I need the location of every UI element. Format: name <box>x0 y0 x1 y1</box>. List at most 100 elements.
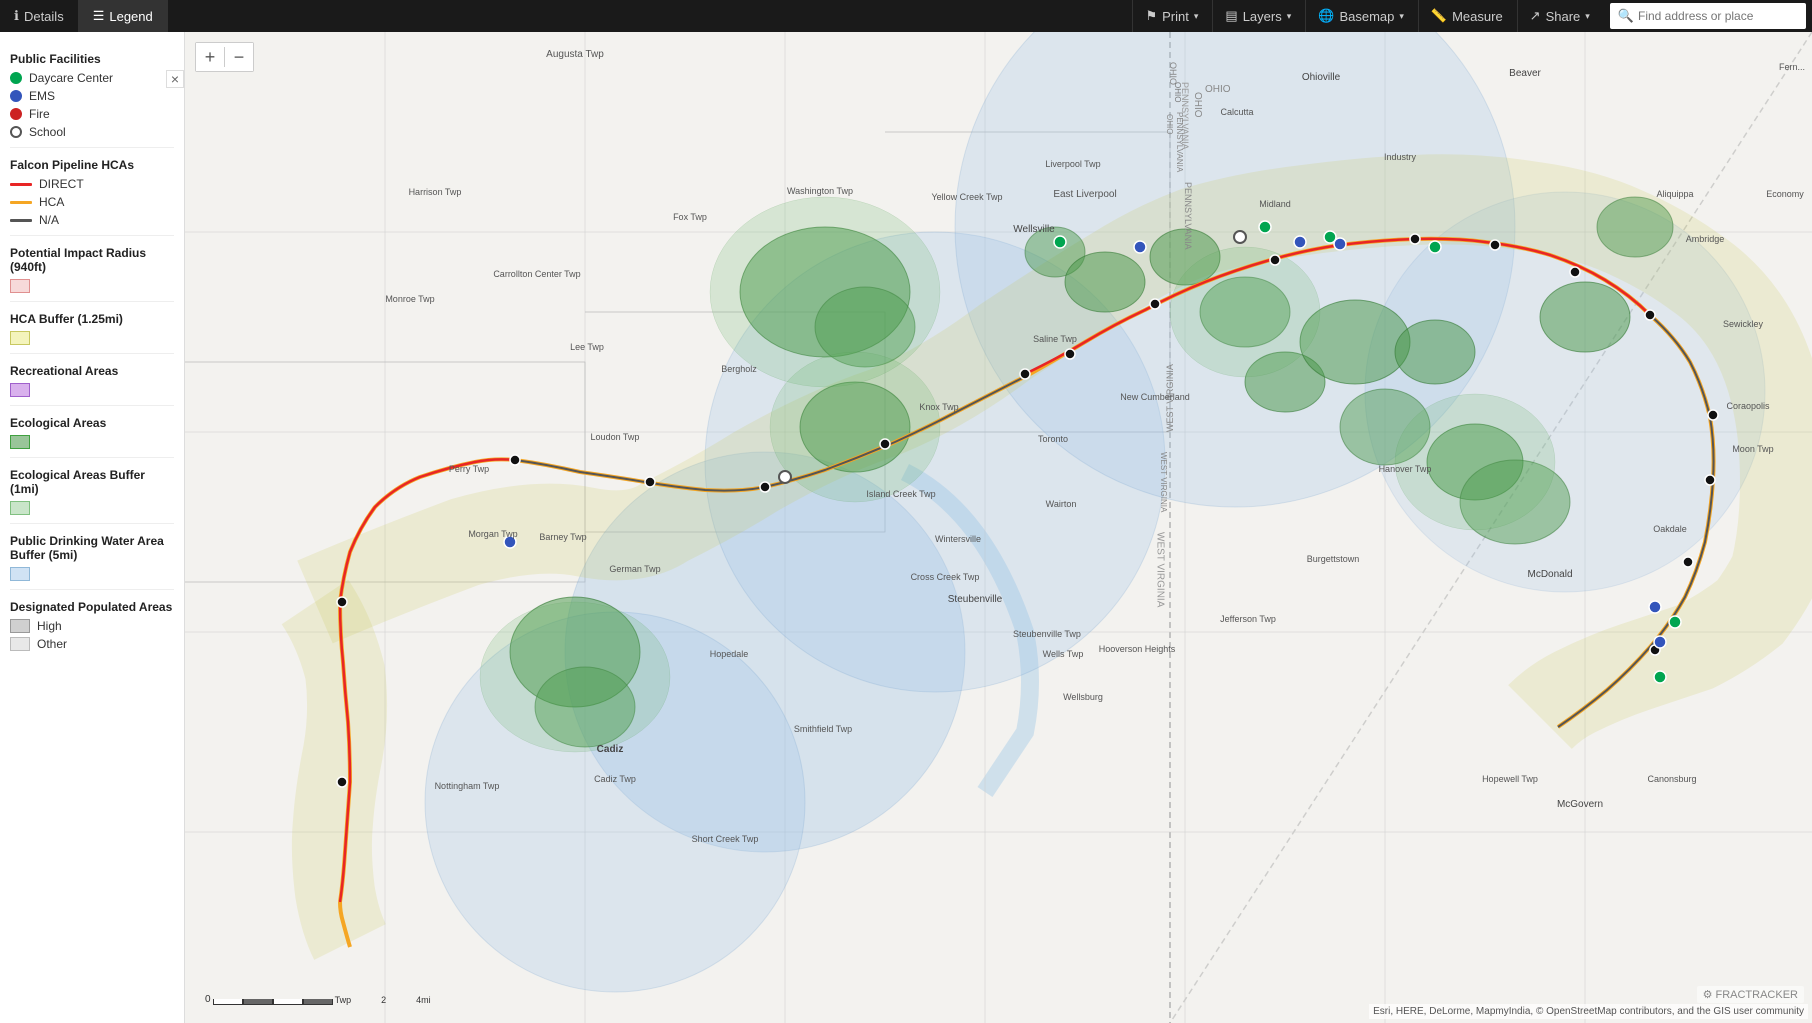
share-chevron-icon: ▾ <box>1585 11 1590 22</box>
svg-text:Sewickley: Sewickley <box>1723 319 1764 329</box>
svg-text:Short Creek Twp: Short Creek Twp <box>692 834 759 844</box>
eco-swatch-icon <box>10 435 30 449</box>
measure-icon: 📏 <box>1431 8 1447 24</box>
scale-bar-line: 0 Twp 2 4mi <box>205 994 431 1005</box>
layers-button[interactable]: ▤ Layers ▾ <box>1212 0 1303 32</box>
legend-rec-title: Recreational Areas <box>10 364 174 378</box>
legend-item-daycare: Daycare Center <box>10 71 174 85</box>
toolbar: ℹ Details ☰ Legend ⚑ Print ▾ ▤ Layers ▾ … <box>0 0 1812 32</box>
search-box[interactable]: 🔍 <box>1610 3 1806 29</box>
svg-text:Island Creek Twp: Island Creek Twp <box>866 489 935 499</box>
svg-text:Economy: Economy <box>1766 189 1804 199</box>
svg-text:Midland: Midland <box>1259 199 1291 209</box>
details-icon: ℹ <box>14 8 19 24</box>
scale-label-twp: Twp <box>335 995 352 1005</box>
rec-swatch-icon <box>10 383 30 397</box>
ems-label: EMS <box>29 89 55 103</box>
svg-text:McDonald: McDonald <box>1527 569 1572 580</box>
print-button[interactable]: ⚑ Print ▾ <box>1132 0 1210 32</box>
search-input[interactable] <box>1638 9 1798 23</box>
measure-button[interactable]: 📏 Measure <box>1418 0 1515 32</box>
legend-eco-buf-title: Ecological Areas Buffer (1mi) <box>10 468 174 496</box>
legend-item-dpa-other: Other <box>10 637 174 651</box>
na-line-icon <box>10 219 32 222</box>
attribution: Esri, HERE, DeLorme, MapmyIndia, © OpenS… <box>1369 1004 1808 1019</box>
svg-text:Wells Twp: Wells Twp <box>1043 649 1084 659</box>
scale-seg-1 <box>213 999 243 1005</box>
share-button[interactable]: ↗ Share ▾ <box>1517 0 1602 32</box>
scale-label-4mi: 4mi <box>416 995 431 1005</box>
svg-text:Harrison Twp: Harrison Twp <box>409 187 462 197</box>
zoom-controls: + − <box>195 42 254 72</box>
attribution-text: Esri, HERE, DeLorme, MapmyIndia, © OpenS… <box>1373 1006 1804 1017</box>
basemap-button[interactable]: 🌐 Basemap ▾ <box>1305 0 1416 32</box>
svg-text:Hopedale: Hopedale <box>710 649 749 659</box>
svg-text:Knox Twp: Knox Twp <box>919 402 958 412</box>
svg-text:Cadiz Twp: Cadiz Twp <box>594 774 636 784</box>
eco-buf-swatch-icon <box>10 501 30 515</box>
toolbar-actions: ⚑ Print ▾ ▤ Layers ▾ 🌐 Basemap ▾ 📏 Measu… <box>1132 0 1812 32</box>
dpa-other-label: Other <box>37 637 67 651</box>
svg-text:Ambridge: Ambridge <box>1686 234 1725 244</box>
hca-line-icon <box>10 201 32 204</box>
svg-text:OHIO: OHIO <box>1173 82 1182 102</box>
na-label: N/A <box>39 213 59 227</box>
map-container[interactable]: OHIO OHIO PENNSYLVANIA WEST VIRGINIA OHI… <box>185 32 1812 1023</box>
svg-text:Loudon Twp: Loudon Twp <box>591 432 640 442</box>
legend-dpa-title: Designated Populated Areas <box>10 600 174 614</box>
svg-text:Washington Twp: Washington Twp <box>787 186 853 196</box>
svg-text:Saline Twp: Saline Twp <box>1033 334 1077 344</box>
fire-dot-icon <box>10 108 22 120</box>
tab-legend[interactable]: ☰ Legend <box>79 0 168 32</box>
share-icon: ↗ <box>1530 8 1541 24</box>
svg-text:Carrollton Center Twp: Carrollton Center Twp <box>493 269 580 279</box>
svg-text:Beaver: Beaver <box>1509 68 1541 79</box>
svg-text:McGovern: McGovern <box>1557 799 1603 810</box>
svg-text:WEST VIRGINIA: WEST VIRGINIA <box>1155 532 1166 608</box>
legend-close-button[interactable]: × <box>166 70 184 88</box>
svg-text:Lee Twp: Lee Twp <box>570 342 604 352</box>
print-chevron-icon: ▾ <box>1194 11 1199 22</box>
svg-text:Hooverson Heights: Hooverson Heights <box>1099 644 1176 654</box>
legend-falcon-hca-title: Falcon Pipeline HCAs <box>10 158 174 172</box>
hca-label: HCA <box>39 195 64 209</box>
share-label: Share <box>1546 9 1581 24</box>
dpa-high-swatch-icon <box>10 619 30 633</box>
tab-details-label: Details <box>24 9 64 24</box>
legend-item-ems: EMS <box>10 89 174 103</box>
svg-text:Cadiz: Cadiz <box>597 744 624 755</box>
svg-text:Burgettstown: Burgettstown <box>1307 554 1360 564</box>
svg-text:Calcutta: Calcutta <box>1220 107 1253 117</box>
legend-icon: ☰ <box>93 8 105 24</box>
layers-chevron-icon: ▾ <box>1287 11 1292 22</box>
svg-text:WEST VIRGINIA: WEST VIRGINIA <box>1159 452 1168 513</box>
scale-label-2: 2 <box>381 995 386 1005</box>
svg-text:OHIO: OHIO <box>1165 114 1174 134</box>
svg-text:Steubenville Twp: Steubenville Twp <box>1013 629 1081 639</box>
direct-line-icon <box>10 183 32 186</box>
zoom-in-button[interactable]: + <box>196 43 224 71</box>
svg-text:Yellow Creek Twp: Yellow Creek Twp <box>931 192 1002 202</box>
legend-item-na: N/A <box>10 213 174 227</box>
legend-drinking-water-title: Public Drinking Water Area Buffer (5mi) <box>10 534 174 562</box>
svg-text:Canonsburg: Canonsburg <box>1647 774 1696 784</box>
svg-text:East Liverpool: East Liverpool <box>1053 189 1116 200</box>
svg-text:Wellsville: Wellsville <box>1013 224 1055 235</box>
svg-text:Ohioville: Ohioville <box>1302 72 1341 83</box>
tab-details[interactable]: ℹ Details <box>0 0 79 32</box>
zoom-out-button[interactable]: − <box>225 43 253 71</box>
svg-text:Bergholz: Bergholz <box>721 364 757 374</box>
svg-text:Moon Twp: Moon Twp <box>1732 444 1773 454</box>
svg-text:Jefferson Twp: Jefferson Twp <box>1220 614 1276 624</box>
fire-label: Fire <box>29 107 50 121</box>
svg-text:New Cumberland: New Cumberland <box>1120 392 1190 402</box>
svg-text:OHIO: OHIO <box>1205 84 1231 95</box>
legend-pir-title: Potential Impact Radius (940ft) <box>10 246 174 274</box>
print-label: Print <box>1162 9 1189 24</box>
svg-text:Nottingham Twp: Nottingham Twp <box>435 781 500 791</box>
svg-text:Coraopolis: Coraopolis <box>1726 401 1770 411</box>
fractracker-label: ⚙ FRACTRACKER <box>1703 989 1798 1001</box>
legend-item-direct: DIRECT <box>10 177 174 191</box>
svg-text:Fox Twp: Fox Twp <box>673 212 707 222</box>
dpa-high-label: High <box>37 619 62 633</box>
